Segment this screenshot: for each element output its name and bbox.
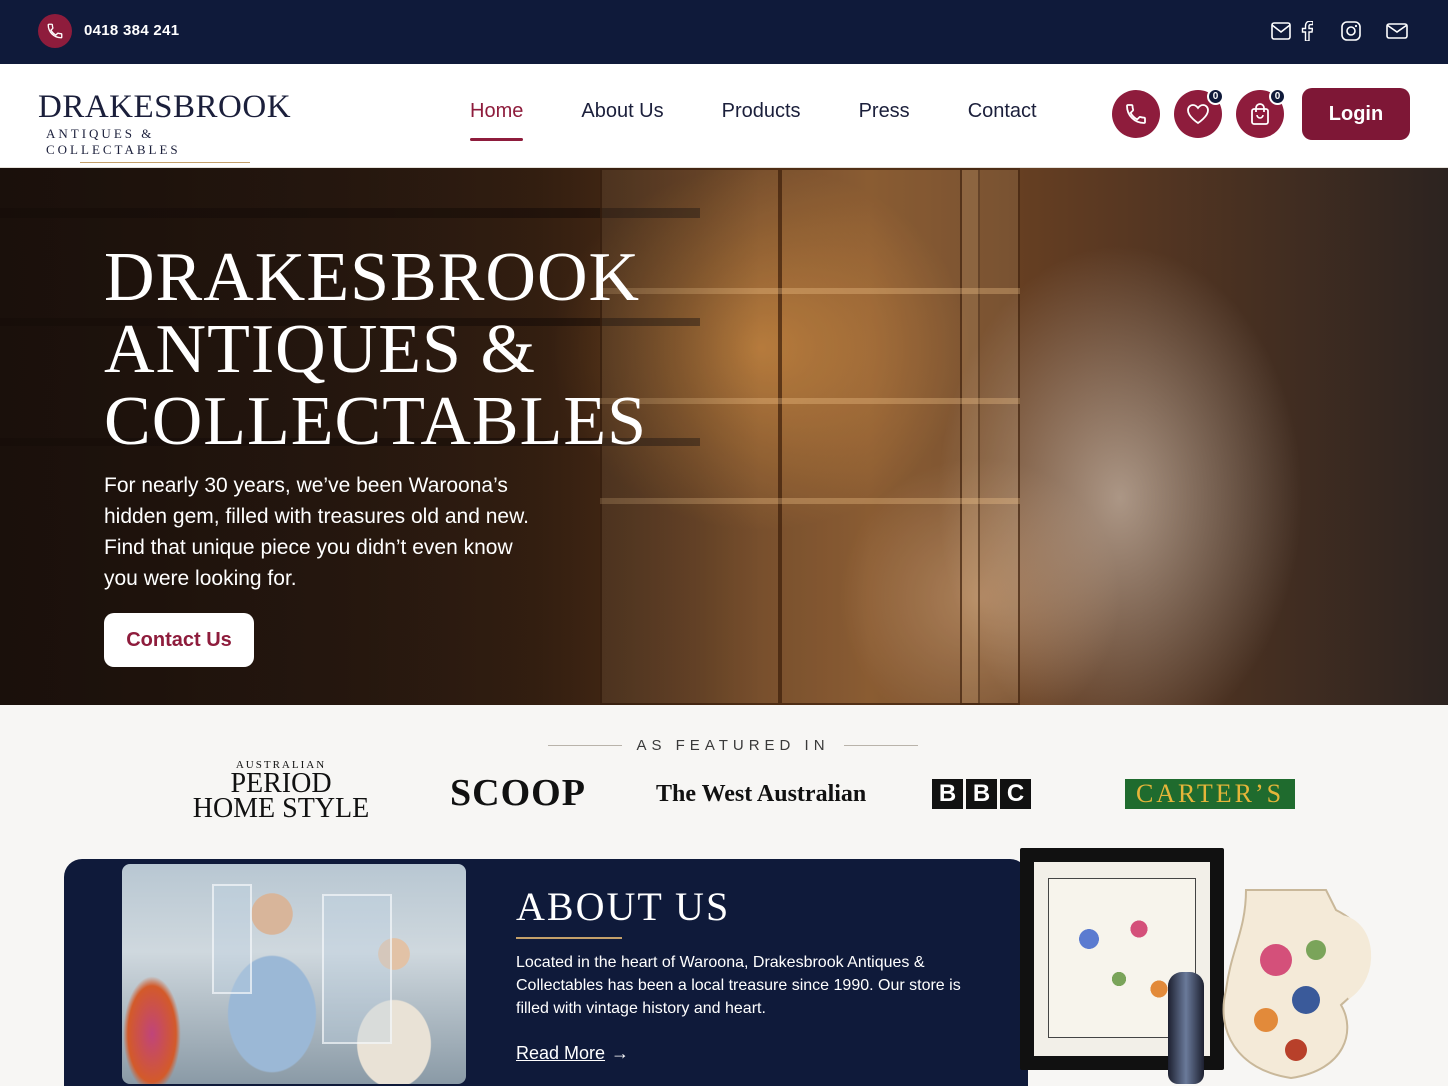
read-more-link[interactable]: Read More →	[516, 1043, 629, 1064]
cart-count-badge: 0	[1269, 88, 1286, 105]
about-title-underline	[516, 937, 622, 939]
phone-icon	[1126, 104, 1146, 124]
scoop-logo: SCOOP	[450, 772, 586, 814]
hero-title-line: DRAKESBROOK	[104, 239, 641, 316]
logo-underline	[80, 162, 250, 163]
heart-icon	[1187, 104, 1209, 125]
vase-image	[1168, 972, 1204, 1084]
hero-title-line: ANTIQUES &	[104, 311, 536, 388]
ceramic-jug-image	[1222, 889, 1372, 1080]
logo-text: B	[932, 779, 963, 809]
mail-icon[interactable]	[1386, 20, 1408, 42]
featured-in-section: AS FEATURED IN AUSTRALIAN PERIOD HOME ST…	[0, 705, 1448, 845]
shopping-bag-icon	[1251, 103, 1269, 125]
about-photo	[122, 864, 466, 1084]
site-header: DRAKESBROOK ANTIQUES & COLLECTABLES Home…	[0, 64, 1448, 168]
nav-home[interactable]: Home	[470, 100, 524, 141]
west-australian-logo: The West Australian	[656, 781, 867, 807]
carters-logo: CARTER’S	[1125, 779, 1295, 809]
login-button[interactable]: Login	[1302, 88, 1410, 140]
phone-icon[interactable]	[38, 14, 72, 48]
newsletter-icon[interactable]	[1270, 20, 1292, 42]
featured-label: AS FEATURED IN	[548, 737, 919, 754]
site-logo[interactable]: DRAKESBROOK ANTIQUES & COLLECTABLES	[38, 89, 292, 163]
logo-sub-text: ANTIQUES & COLLECTABLES	[46, 126, 181, 157]
about-section: ABOUT US Located in the heart of Waroona…	[64, 859, 1028, 1086]
divider	[843, 745, 919, 746]
contact-us-button[interactable]: Contact Us	[104, 613, 254, 667]
logo-main-text: DRAKESBROOK	[38, 89, 292, 125]
cart-button[interactable]: 0	[1236, 88, 1286, 138]
logo-text: C	[1000, 779, 1031, 809]
divider	[548, 745, 623, 746]
period-home-style-logo: AUSTRALIAN PERIOD HOME STYLE	[186, 759, 376, 824]
facebook-icon[interactable]	[1296, 20, 1318, 42]
hero-title-line: COLLECTABLES	[104, 383, 648, 460]
logo-text: B	[966, 779, 997, 809]
about-description: Located in the heart of Waroona, Drakesb…	[516, 954, 961, 1017]
nav-contact[interactable]: Contact	[968, 100, 1037, 141]
arrow-right-icon: →	[611, 1043, 630, 1063]
nav-products[interactable]: Products	[722, 100, 801, 141]
wishlist-button[interactable]: 0	[1174, 88, 1224, 138]
hero-section: DRAKESBROOK ANTIQUES & COLLECTABLES For …	[0, 168, 1448, 705]
nav-about-us[interactable]: About Us	[581, 100, 663, 141]
featured-title: AS FEATURED IN	[636, 737, 830, 754]
main-nav: Home About Us Products Press Contact	[470, 100, 1095, 141]
hero-title: DRAKESBROOK ANTIQUES & COLLECTABLES	[104, 242, 664, 458]
instagram-icon[interactable]	[1340, 20, 1362, 42]
about-title: ABOUT US	[516, 884, 731, 929]
social-icons	[1270, 20, 1408, 42]
call-button[interactable]	[1112, 90, 1160, 138]
read-more-label: Read More	[516, 1043, 606, 1063]
nav-press[interactable]: Press	[859, 100, 910, 141]
top-phone-number[interactable]: 0418 384 241	[84, 22, 179, 39]
top-bar: 0418 384 241	[0, 0, 1448, 64]
hero-description: For nearly 30 years, we’ve been Waroona’…	[104, 474, 529, 590]
logo-text: HOME STYLE	[192, 793, 370, 824]
wishlist-count-badge: 0	[1207, 88, 1224, 105]
bbc-logo: B B C	[932, 779, 1031, 809]
